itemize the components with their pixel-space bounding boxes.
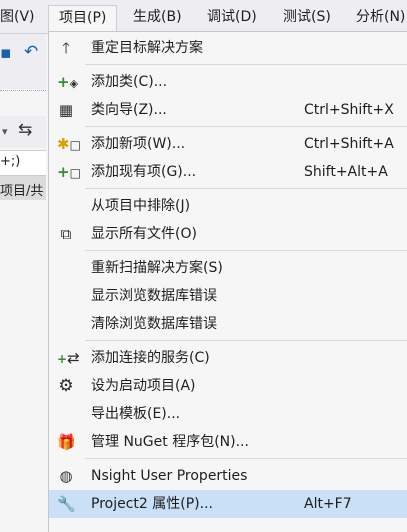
menu-separator [85,340,407,341]
menu-item-clear-browse-db-errors[interactable]: 清除浏览数据库错误 [49,310,407,338]
menu-item-label: 管理 NuGet 程序包(N)... [91,434,249,450]
menu-item-add-existing-item[interactable]: +□ 添加现有项(G)... Shift+Alt+A [49,158,407,186]
gear-icon: ⚙ [58,376,74,396]
class-wizard-icon: ▦ [58,101,74,119]
menu-separator [85,126,407,127]
menu-item-manage-nuget[interactable]: 🎁 管理 NuGet 程序包(N)... [49,428,407,456]
add-existing-item-icon: +□ [57,163,81,181]
undo-icon[interactable]: ↶ [24,44,38,61]
wrench-icon: 🔧 [57,495,76,513]
menu-item-shortcut: Ctrl+Shift+A [304,136,394,152]
menu-item-add-new-item[interactable]: ✱□ 添加新项(W)... Ctrl+Shift+A [49,130,407,158]
menu-item-export-template[interactable]: 导出模板(E)... [49,400,407,428]
sync-icon[interactable]: ⇆ [18,122,32,139]
menu-separator [85,64,407,65]
tree-row-text: 项目/共 [0,184,44,199]
menu-item-shortcut: Alt+F7 [304,496,352,512]
menu-item-label: 类向导(Z)... [91,102,167,118]
menu-item-shortcut: Ctrl+Shift+X [304,102,394,118]
menu-separator [85,188,407,189]
tree-row[interactable]: 项目/共 [0,176,46,200]
menu-item-add-connected-service[interactable]: +⇄ 添加连接的服务(C) [49,344,407,372]
menu-bar: 图(V) 项目(P) 生成(B) 调试(D) 测试(S) 分析(N) [0,0,407,34]
menu-item-label: 重定目标解决方案 [91,40,203,56]
menu-item-label: 添加连接的服务(C) [91,350,210,366]
menu-item-show-browse-db-errors[interactable]: 显示浏览数据库错误 [49,282,407,310]
add-class-icon: +◈ [57,73,79,91]
menu-item-show-all-files[interactable]: ⧉ 显示所有文件(O) [49,220,407,248]
nuget-package-icon: 🎁 [57,433,76,451]
search-text: +;) [0,154,21,169]
up-arrow-icon: 🡑 [62,39,70,57]
menu-separator [85,458,407,459]
menu-item-add-class[interactable]: +◈ 添加类(C)... [49,68,407,96]
menu-item-label: 添加现有项(G)... [91,164,197,180]
menu-separator [85,250,407,251]
menu-item-label: 显示浏览数据库错误 [91,288,217,304]
menu-item-nsight-user-properties[interactable]: ◍ Nsight User Properties [49,462,407,490]
globe-icon: ◍ [59,467,73,485]
menu-analyze[interactable]: 分析(N) [356,8,405,26]
menu-item-label: 添加新项(W)... [91,136,186,152]
menu-item-label: 导出模板(E)... [91,406,181,422]
menu-item-label: Nsight User Properties [91,468,248,484]
menu-view[interactable]: 图(V) [0,8,35,26]
add-new-item-icon: ✱□ [57,135,81,153]
menu-item-exclude-from-project[interactable]: 从项目中排除(J) [49,192,407,220]
menu-project[interactable]: 项目(P) [48,5,118,31]
save-icon[interactable]: ▪ [0,45,12,62]
menu-test[interactable]: 测试(S) [283,8,331,26]
menu-item-label: 设为启动项目(A) [91,378,196,394]
menu-item-label: Project2 属性(P)... [91,496,213,512]
connected-service-icon: +⇄ [57,349,80,367]
search-box[interactable]: +;) [0,150,46,176]
menu-item-label: 显示所有文件(O) [91,226,197,242]
toolbar-fragment: ▪ ↶ [0,34,46,89]
menu-item-rescan-solution[interactable]: 重新扫描解决方案(S) [49,254,407,282]
show-all-files-icon: ⧉ [60,225,72,243]
dropdown-arrow-icon[interactable]: ▾ [2,123,8,140]
project-menu-dropdown: 🡑 重定目标解决方案 +◈ 添加类(C)... ▦ 类向导(Z)... Ctrl… [48,31,407,532]
menu-item-label: 添加类(C)... [91,74,168,90]
menu-item-set-startup-project[interactable]: ⚙ 设为启动项目(A) [49,372,407,400]
menu-debug[interactable]: 调试(D) [207,8,257,26]
menu-item-label: 从项目中排除(J) [91,198,191,214]
menu-item-label: 重新扫描解决方案(S) [91,260,223,276]
menu-item-shortcut: Shift+Alt+A [304,164,388,180]
menu-item-retarget-solution[interactable]: 🡑 重定目标解决方案 [49,34,407,62]
menu-build[interactable]: 生成(B) [133,8,182,26]
menu-item-label: 清除浏览数据库错误 [91,316,217,332]
solution-explorer-toolbar: ▾ ⇆ [0,116,46,148]
menu-item-class-wizard[interactable]: ▦ 类向导(Z)... Ctrl+Shift+X [49,96,407,124]
menu-item-project-properties[interactable]: 🔧 Project2 属性(P)... Alt+F7 [49,490,407,518]
dotted-strip [0,90,46,115]
